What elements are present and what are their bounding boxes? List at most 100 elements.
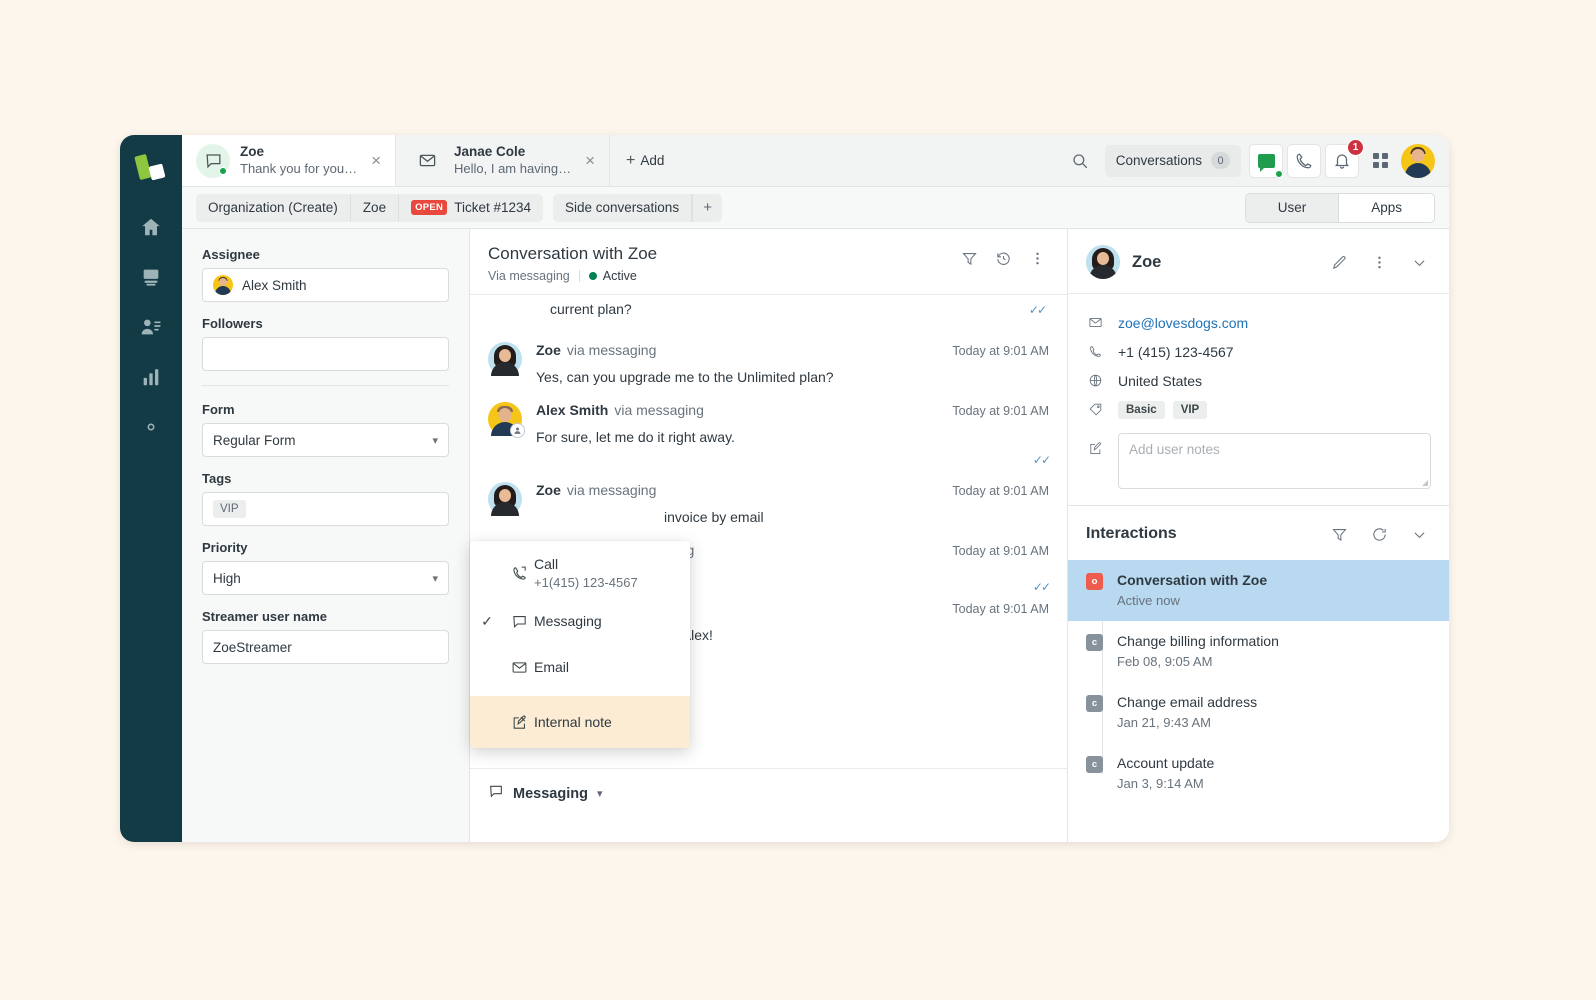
sidebar-item-admin[interactable] — [129, 407, 173, 451]
user-country-row: United States — [1086, 366, 1431, 395]
list-item[interactable]: o Conversation with Zoe Active now — [1068, 560, 1449, 621]
message-text: current plan? — [550, 301, 1049, 317]
composer: Messaging ▾ — [470, 768, 1067, 842]
assignee-value: Alex Smith — [242, 278, 307, 293]
chevron-down-icon[interactable] — [1407, 250, 1431, 274]
reporting-icon — [140, 366, 162, 393]
field-followers: Followers — [202, 316, 449, 371]
user-tag-chip[interactable]: VIP — [1173, 401, 1208, 419]
form-select[interactable]: Regular Form ▾ — [202, 423, 449, 457]
field-streamer-user-name: Streamer user name ZoeStreamer — [202, 609, 449, 664]
envelope-icon — [1086, 315, 1104, 330]
toolbar: Conversations 0 1 — [1063, 135, 1449, 186]
tab-zoe[interactable]: Zoe Thank you for your hel... × — [182, 135, 396, 186]
menu-item-email[interactable]: Email — [470, 644, 690, 690]
phone-icon — [1086, 344, 1104, 359]
tab-apps[interactable]: Apps — [1338, 194, 1434, 222]
message-text: Yes, can you upgrade me to the Unlimited… — [536, 367, 1049, 387]
search-icon[interactable] — [1063, 144, 1097, 178]
interaction-title: Conversation with Zoe — [1117, 571, 1267, 589]
user-country: United States — [1118, 373, 1202, 389]
channel-label: Messaging — [513, 786, 588, 802]
user-email[interactable]: zoe@lovesdogs.com — [1118, 315, 1248, 331]
message-text: invoice by email — [664, 507, 1049, 527]
field-label: Priority — [202, 540, 449, 555]
chat-bubble-icon — [504, 613, 534, 630]
menu-item-messaging[interactable]: ✓ Messaging — [470, 598, 690, 644]
menu-item-internal-note[interactable]: Internal note — [470, 696, 690, 748]
phone-outbound-icon — [504, 565, 534, 582]
interaction-badge: o — [1086, 573, 1103, 590]
filter-icon[interactable] — [957, 246, 981, 270]
history-clock-icon[interactable] — [991, 246, 1015, 270]
chat-bubble-icon — [488, 783, 504, 804]
breadcrumb-item-ticket[interactable]: OPEN Ticket #1234 — [399, 194, 543, 222]
bell-icon[interactable]: 1 — [1325, 144, 1359, 178]
chat-bubble-icon — [196, 144, 230, 178]
zoe-avatar — [1086, 245, 1120, 279]
chevron-down-icon[interactable] — [1407, 522, 1431, 546]
edit-pencil-icon[interactable] — [1327, 250, 1351, 274]
chevron-down-icon: ▾ — [432, 572, 438, 585]
followers-input[interactable] — [202, 337, 449, 371]
breadcrumb-item-zoe[interactable]: Zoe — [351, 194, 399, 222]
message-item: Zoe via messaging Today at 9:01 AM invoi… — [470, 471, 1067, 531]
tab-user[interactable]: User — [1246, 194, 1339, 222]
notification-badge: 1 — [1347, 139, 1364, 156]
breadcrumb-item-organization[interactable]: Organization (Create) — [196, 194, 351, 222]
user-phone: +1 (415) 123-4567 — [1118, 344, 1234, 360]
user-notes-placeholder: Add user notes — [1129, 442, 1220, 457]
channel-selector-button[interactable]: Messaging ▾ — [488, 783, 602, 804]
sidebar-item-customers[interactable] — [129, 307, 173, 351]
sidebar-item-views[interactable] — [129, 257, 173, 301]
list-item[interactable]: c Change email address Jan 21, 9:43 AM — [1068, 682, 1449, 743]
sidebar-item-reporting[interactable] — [129, 357, 173, 401]
apps-grid-icon[interactable] — [1363, 144, 1397, 178]
close-icon[interactable]: × — [369, 152, 383, 169]
refresh-icon[interactable] — [1367, 522, 1391, 546]
more-vertical-icon[interactable] — [1367, 250, 1391, 274]
status-badge: OPEN — [411, 200, 447, 215]
interaction-badge: c — [1086, 695, 1103, 712]
chat-status-icon[interactable] — [1249, 144, 1283, 178]
agent-avatar[interactable] — [1401, 144, 1435, 178]
envelope-icon — [504, 659, 534, 676]
zoe-avatar — [488, 482, 522, 516]
filter-icon[interactable] — [1327, 522, 1351, 546]
priority-select[interactable]: High ▾ — [202, 561, 449, 595]
envelope-icon — [410, 144, 444, 178]
settings-gear-icon — [140, 416, 162, 443]
message-text: elp Alex! — [660, 625, 1049, 645]
user-tags-row: Basic VIP — [1086, 395, 1431, 424]
assignee-avatar — [213, 275, 233, 295]
user-tag-chip[interactable]: Basic — [1118, 401, 1165, 419]
list-item[interactable]: c Change billing information Feb 08, 9:0… — [1068, 621, 1449, 682]
channel-dropdown-menu[interactable]: Call +1(415) 123-4567 ✓ Messaging — [470, 541, 690, 748]
add-tab-button[interactable]: + Add — [610, 135, 680, 186]
divider — [202, 385, 449, 386]
menu-item-call[interactable]: Call +1(415) 123-4567 — [470, 549, 690, 598]
tab-janae-cole[interactable]: Janae Cole Hello, I am having an is... × — [396, 135, 610, 186]
tab-subtitle: Hello, I am having an is... — [454, 160, 573, 177]
breadcrumb-label: Ticket #1234 — [454, 200, 531, 215]
phone-icon[interactable] — [1287, 144, 1321, 178]
user-notes-input[interactable]: Add user notes — [1118, 433, 1431, 489]
list-item[interactable]: c Account update Jan 3, 9:14 AM — [1068, 743, 1449, 804]
zoe-avatar — [488, 342, 522, 376]
chevron-down-icon: ▾ — [432, 434, 438, 447]
tags-input[interactable]: VIP — [202, 492, 449, 526]
side-conversations-button[interactable]: Side conversations — [553, 194, 692, 222]
zendesk-logo[interactable] — [134, 151, 168, 185]
close-icon[interactable]: × — [583, 152, 597, 169]
conversations-button[interactable]: Conversations 0 — [1105, 145, 1241, 177]
sidebar-item-home[interactable] — [129, 207, 173, 251]
conversation-panel: Conversation with Zoe Via messaging Acti… — [470, 229, 1067, 842]
add-side-conversation-button[interactable]: + — [692, 194, 722, 222]
streamer-input[interactable]: ZoeStreamer — [202, 630, 449, 664]
menu-item-label: Call — [534, 555, 638, 573]
breadcrumb-label: Organization (Create) — [208, 200, 338, 215]
more-vertical-icon[interactable] — [1025, 246, 1049, 270]
interaction-badge: c — [1086, 634, 1103, 651]
user-header: Zoe — [1068, 229, 1449, 294]
assignee-input[interactable]: Alex Smith — [202, 268, 449, 302]
